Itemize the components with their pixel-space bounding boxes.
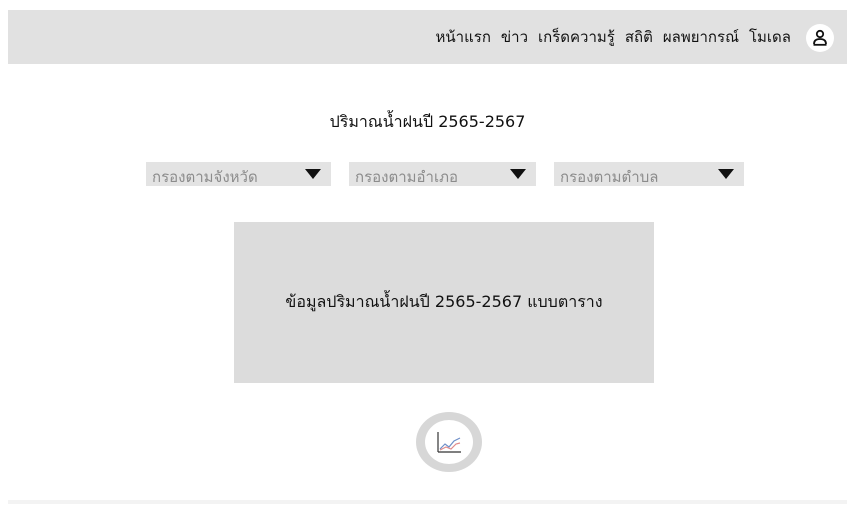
- nav-item-home[interactable]: หน้าแรก: [436, 25, 491, 49]
- page: หน้าแรก ข่าว เกร็ดความรู้ สถิติ ผลพยากรณ…: [0, 0, 851, 506]
- subdistrict-filter-select[interactable]: กรองตามตำบล: [554, 162, 744, 186]
- district-filter-label: กรองตามอำเภอ: [355, 168, 458, 186]
- nav-item-news[interactable]: ข่าว: [501, 25, 528, 49]
- dropdown-caret-icon: [718, 169, 734, 179]
- top-navbar: หน้าแรก ข่าว เกร็ดความรู้ สถิติ ผลพยากรณ…: [8, 10, 847, 64]
- district-filter-select[interactable]: กรองตามอำเภอ: [349, 162, 536, 186]
- table-placeholder-text: ข้อมูลปริมาณน้ำฝนปี 2565-2567 แบบตาราง: [285, 292, 603, 311]
- nav-menu: หน้าแรก ข่าว เกร็ดความรู้ สถิติ ผลพยากรณ…: [436, 10, 791, 64]
- dropdown-caret-icon: [305, 169, 321, 179]
- province-filter-select[interactable]: กรองตามจังหวัด: [146, 162, 331, 186]
- nav-item-knowledge[interactable]: เกร็ดความรู้: [538, 25, 615, 49]
- province-filter-label: กรองตามจังหวัด: [152, 168, 258, 186]
- chart-button-face: [425, 420, 473, 464]
- line-chart-icon: [437, 432, 461, 453]
- user-account-button[interactable]: [806, 24, 834, 52]
- user-icon: [813, 29, 827, 46]
- app-frame: หน้าแรก ข่าว เกร็ดความรู้ สถิติ ผลพยากรณ…: [8, 10, 847, 504]
- rainfall-table-placeholder: ข้อมูลปริมาณน้ำฝนปี 2565-2567 แบบตาราง: [234, 222, 654, 383]
- nav-item-model[interactable]: โมเดล: [749, 25, 791, 49]
- nav-item-statistics[interactable]: สถิติ: [625, 25, 653, 49]
- dropdown-caret-icon: [510, 169, 526, 179]
- page-title: ปริมาณน้ำฝนปี 2565-2567: [329, 112, 526, 131]
- chart-view-button[interactable]: [416, 412, 482, 472]
- subdistrict-filter-label: กรองตามตำบล: [560, 168, 659, 186]
- nav-item-forecast[interactable]: ผลพยากรณ์: [663, 25, 739, 49]
